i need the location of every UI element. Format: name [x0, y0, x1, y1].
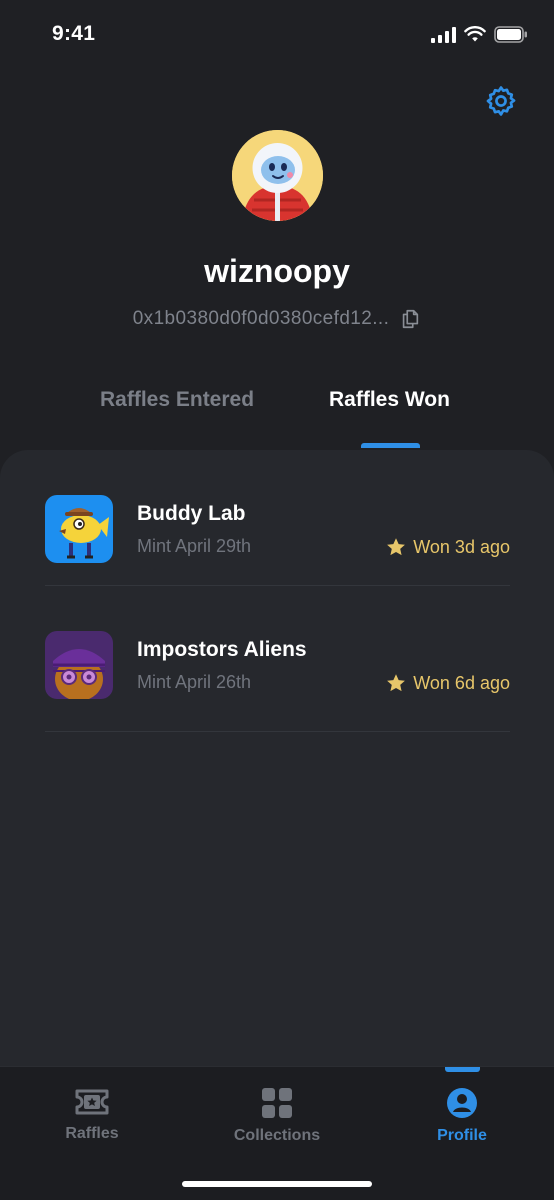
grid-icon	[262, 1088, 292, 1118]
star-icon	[387, 538, 406, 556]
wallet-address: 0x1b0380d0f0d0380cefd12...	[132, 308, 390, 329]
wifi-icon	[464, 26, 486, 42]
settings-button[interactable]	[484, 84, 518, 118]
item-mint-date: Mint April 29th	[137, 536, 252, 556]
ticket-icon	[75, 1089, 109, 1115]
nav-item-collections[interactable]: Collections	[207, 1087, 347, 1145]
item-mint-date: Mint April 26th	[137, 672, 252, 692]
copy-icon[interactable]	[399, 308, 421, 330]
nav-active-marker	[445, 1067, 480, 1072]
collection-thumbnail	[45, 495, 113, 563]
username: wiznoopy	[204, 253, 350, 289]
bottom-nav: Raffles Collections Profile	[0, 1066, 554, 1200]
collection-thumbnail	[45, 631, 113, 699]
status-icons	[431, 26, 528, 43]
battery-icon	[494, 26, 527, 43]
buddy-lab-thumbnail-image	[45, 495, 113, 563]
user-icon	[447, 1088, 477, 1118]
status-bar: 9:41	[0, 0, 554, 70]
item-title: Impostors Aliens	[137, 638, 307, 661]
profile-screen: 9:41 wiznoopy 0x1b0380d0f0d0380cefd12...…	[0, 0, 554, 1200]
won-status: Won 6d ago	[385, 672, 510, 694]
status-time: 9:41	[52, 22, 96, 45]
nav-item-profile[interactable]: Profile	[392, 1087, 532, 1145]
nav-item-raffles[interactable]: Raffles	[22, 1087, 162, 1143]
raffle-tabs: Raffles Entered Raffles Won	[0, 388, 554, 448]
home-indicator	[182, 1181, 372, 1187]
list-item[interactable]: Impostors Aliens Mint April 26th Won 6d …	[45, 596, 510, 732]
won-status-label: Won 3d ago	[413, 536, 510, 557]
cellular-signal-icon	[431, 26, 456, 43]
wallet-address-row: 0x1b0380d0f0d0380cefd12...	[0, 308, 554, 330]
item-title: Buddy Lab	[137, 502, 246, 525]
won-raffles-panel: Buddy Lab Mint April 29th Won 3d ago Imp…	[0, 450, 554, 1066]
gear-icon	[486, 86, 516, 116]
avatar	[232, 130, 323, 221]
active-tab-indicator	[361, 443, 420, 448]
won-status: Won 3d ago	[385, 536, 510, 558]
tab-raffles-won[interactable]: Raffles Won	[329, 388, 450, 412]
astronaut-avatar-image	[232, 130, 323, 221]
nav-label: Raffles	[65, 1125, 119, 1142]
impostors-aliens-thumbnail-image	[45, 631, 113, 699]
tab-raffles-entered[interactable]: Raffles Entered	[100, 388, 254, 412]
list-item[interactable]: Buddy Lab Mint April 29th Won 3d ago	[45, 450, 510, 586]
won-status-label: Won 6d ago	[413, 672, 510, 693]
nav-label: Collections	[233, 1127, 321, 1144]
nav-label: Profile	[437, 1127, 487, 1144]
star-icon	[387, 674, 406, 692]
